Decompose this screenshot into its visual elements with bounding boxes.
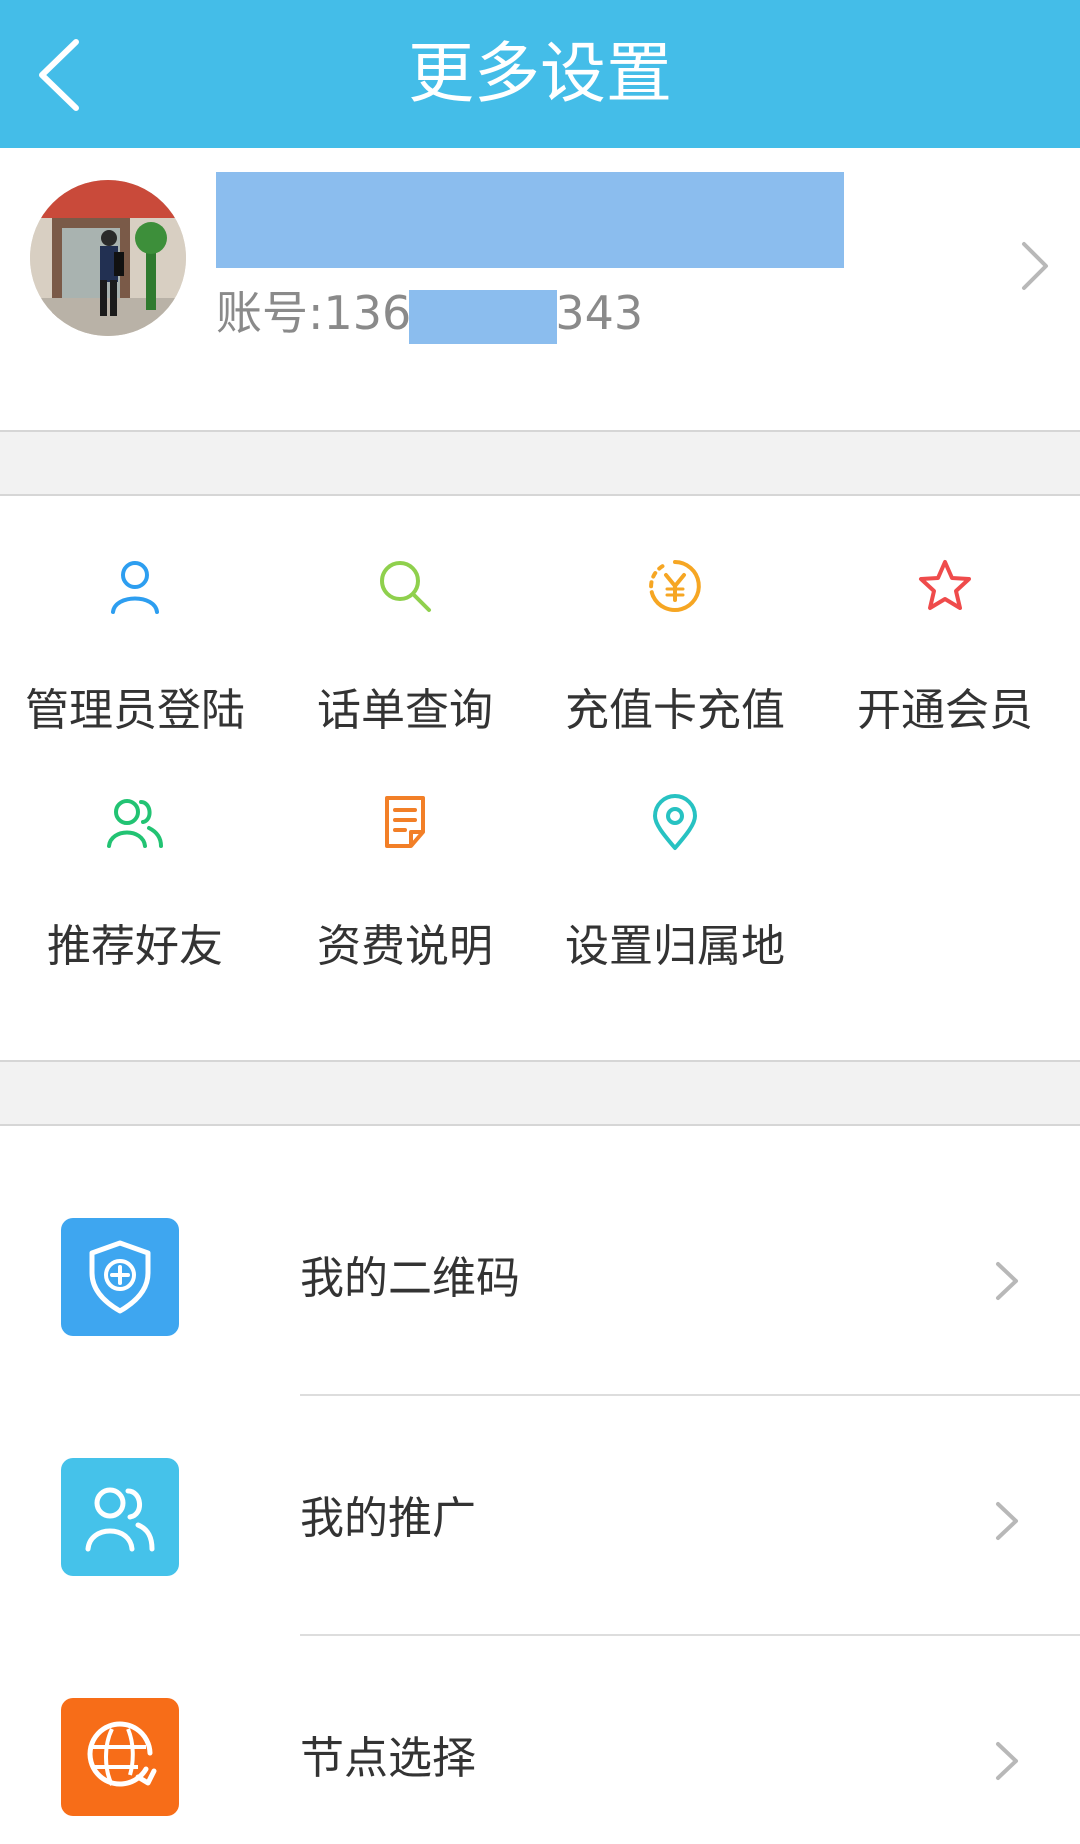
account-number-suffix: 343 (555, 286, 644, 340)
grid-item-label: 设置归属地 (565, 921, 785, 972)
shield-plus-icon (89, 1240, 151, 1314)
search-icon (380, 561, 431, 612)
account-redaction (409, 289, 558, 344)
grid-item-label: 充值卡充值 (565, 685, 785, 736)
person-icon (111, 561, 159, 614)
grid-item-label: 话单查询 (317, 685, 493, 736)
avatar-photo (30, 180, 186, 336)
grid-item-recommend-friends[interactable]: 推荐好友 (0, 732, 270, 972)
list-item-icon-tile (61, 1218, 179, 1336)
grid-item-admin-login[interactable]: 管理员登陆 (0, 496, 270, 736)
grid-item-tariff-info[interactable]: 资费说明 (270, 732, 540, 972)
star-icon (919, 560, 971, 610)
grid-item-label: 开通会员 (857, 685, 1033, 736)
grid-item-recharge-card[interactable]: 充值卡充值 (540, 496, 810, 736)
grid-item-set-region[interactable]: 设置归属地 (540, 732, 810, 972)
globe-icon (87, 1721, 157, 1787)
chevron-right-icon (996, 1262, 1018, 1300)
document-icon (385, 796, 425, 848)
settings-list: 我的二维码 我的推广 节点选择 (0, 1124, 1080, 1844)
yen-coin-icon (649, 560, 701, 612)
feature-grid: 管理员登陆 话单查询 充值卡充值 开通会员 推荐好友 资费说明 设置归属地 (0, 496, 1080, 1060)
profile-row[interactable]: 账号:136 343 (0, 148, 1080, 430)
grid-item-label: 资费说明 (317, 921, 493, 972)
account-number-prefix: 账号:136 (216, 286, 412, 340)
chevron-right-icon (996, 1502, 1018, 1540)
section-divider (0, 430, 1080, 496)
grid-item-membership[interactable]: 开通会员 (810, 496, 1080, 736)
avatar (30, 180, 186, 336)
account-number: 账号:136 343 (216, 278, 643, 348)
list-item-label: 我的推广 (300, 1493, 476, 1544)
friends-icon (107, 799, 163, 848)
grid-item-call-records[interactable]: 话单查询 (270, 496, 540, 736)
list-item-my-promotion[interactable]: 我的推广 (0, 1364, 1080, 1604)
grid-item-label: 管理员登陆 (25, 685, 245, 736)
list-item-node-selection[interactable]: 节点选择 (0, 1604, 1080, 1844)
list-item-icon-tile (61, 1458, 179, 1576)
list-item-my-qr-code[interactable]: 我的二维码 (0, 1124, 1080, 1364)
grid-item-label: 推荐好友 (47, 921, 223, 972)
list-item-label: 我的二维码 (300, 1253, 520, 1304)
name-redaction (216, 172, 844, 268)
list-item-label: 节点选择 (300, 1733, 476, 1784)
section-divider (0, 1060, 1080, 1126)
location-pin-icon (653, 794, 697, 850)
top-app-bar: 更多设置 (0, 0, 1080, 148)
chevron-right-icon (1022, 242, 1048, 290)
list-item-icon-tile (61, 1698, 179, 1816)
people-icon (85, 1487, 155, 1552)
page-title: 更多设置 (408, 35, 672, 112)
chevron-right-icon (996, 1742, 1018, 1780)
